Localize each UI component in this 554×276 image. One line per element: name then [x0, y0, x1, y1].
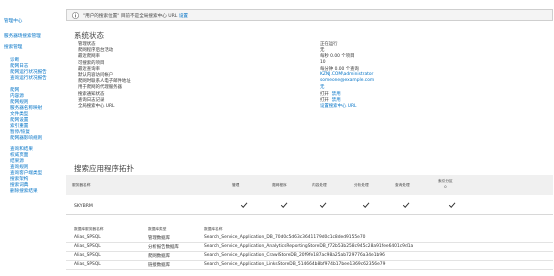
status-label: 可搜索的项目: [78, 60, 105, 66]
db-cell-server: Alias_SPSQL: [74, 244, 101, 249]
status-value-text: 10: [320, 59, 326, 65]
db-cell-type: 分析报告数据库: [148, 245, 179, 250]
nav-item[interactable]: 爬网器影响规则: [10, 136, 42, 142]
checkmark-icon: [362, 202, 370, 208]
checkmark-icon: [319, 202, 327, 208]
status-value: 正在运行: [320, 41, 338, 47]
nav-item[interactable]: 删除搜索结果: [10, 189, 38, 195]
system-status-title: 系统状态: [74, 31, 104, 40]
status-label: 最近爬网率: [78, 54, 100, 60]
db-col-name: 数据库名称: [204, 227, 223, 231]
status-value[interactable]: 无: [320, 84, 324, 90]
status-label: 爬网时联系人电子邮件地址: [78, 79, 131, 85]
topology-col-admin: 管理: [232, 183, 240, 187]
status-value-text[interactable]: someone@example.com: [320, 78, 374, 83]
db-cell-name: Search_Service_Application_CrawlStoreDB_…: [204, 253, 385, 258]
db-cell-server: Alias_SPSQL: [74, 262, 101, 267]
status-label: 查询日志记录: [78, 97, 105, 103]
checkmark-icon: [448, 202, 456, 208]
topology-col-query-processing: 查询处理: [395, 183, 410, 187]
db-cell-type: 管理数据库: [148, 236, 170, 241]
notice-set-link[interactable]: 设置: [179, 14, 188, 19]
checkmark-icon: [240, 202, 248, 208]
topology-server-name: SKYBRM: [74, 204, 93, 209]
status-label: 最近查询率: [78, 66, 100, 72]
status-label: 管理状态: [78, 42, 96, 47]
status-label: 爬网程序后台活动: [78, 48, 114, 54]
topology-title: 搜索应用程序拓扑: [74, 164, 134, 173]
nav-central-admin[interactable]: 管理中心: [4, 19, 22, 25]
table-row-divider: [66, 269, 553, 270]
status-value: 每分钟 0.00 个查询: [320, 66, 359, 72]
status-value-text[interactable]: KZNJ.COM\administrator: [320, 72, 373, 77]
main-content: "用户的搜索位置" 目前不是全局搜索中心 URL 设置 系统状态 管理状态 正在运…: [66, 0, 554, 276]
db-cell-server: Alias_SPSQL: [74, 235, 101, 240]
status-value[interactable]: 设置搜索中心 URL: [320, 103, 356, 109]
status-label: 用于爬网的代理服务器: [78, 85, 122, 91]
topology-col-server: 服务器名称: [72, 183, 91, 187]
topology-col-index-partition: 索引分区 0: [438, 179, 453, 189]
status-value: 无: [320, 47, 324, 53]
topology-col-crawler: 爬网程序: [272, 183, 287, 187]
status-value: 打开 禁用: [320, 91, 341, 97]
topology-col-analytics-processing: 分析处理: [354, 183, 369, 187]
status-value: 每秒 0.00 个项目: [320, 53, 355, 59]
left-navigation: 管理中心 服务器场搜索管理 搜索管理 诊断 爬网日志 爬网运行状况报告 查询运行状况报…: [0, 0, 66, 276]
status-value: 10: [320, 60, 326, 65]
db-cell-name: Search_Service_Application_AnalyticsRepo…: [204, 244, 414, 249]
db-cell-type: 爬网数据库: [148, 254, 170, 259]
status-value: 打开 禁用: [320, 97, 341, 103]
table-row-divider: [66, 260, 553, 261]
status-value-text[interactable]: 设置搜索中心 URL: [320, 104, 356, 109]
nav-item[interactable]: 查询运行状况报告: [10, 76, 47, 82]
checkmark-icon: [280, 202, 288, 208]
topology-header: 服务器名称 管理 爬网程序 内容处理 分析处理 查询处理 索引分区 0: [66, 175, 553, 195]
db-col-server: 数据库服务器名称: [74, 227, 104, 231]
checkmark-icon: [402, 202, 410, 208]
status-label: 默认内容访问帐户: [78, 73, 114, 78]
db-cell-type: 链接数据库: [148, 263, 170, 268]
notice-message: "用户的搜索位置" 目前不是全局搜索中心 URL: [83, 13, 178, 19]
status-value[interactable]: KZNJ.COM\administrator: [320, 72, 373, 77]
db-cell-server: Alias_SPSQL: [74, 253, 101, 258]
notice-bar: "用户的搜索位置" 目前不是全局搜索中心 URL 设置: [66, 9, 553, 21]
table-row-divider: [66, 242, 553, 243]
info-icon: [72, 12, 79, 19]
status-label: 全局搜索中心 URL: [78, 104, 115, 109]
nav-search-management[interactable]: 搜索管理: [4, 45, 22, 51]
db-cell-name: Search_Service_Application_LinksStoreDB_…: [204, 262, 386, 267]
table-row-divider: [66, 251, 553, 252]
status-label: 搜索通知状态: [78, 91, 105, 97]
topology-row: SKYBRM: [66, 197, 553, 215]
nav-farm-search-admin[interactable]: 服务器场搜索管理: [4, 34, 41, 40]
topology-col-content-processing: 内容处理: [312, 183, 327, 187]
db-col-type: 数据库类型: [148, 227, 167, 231]
db-cell-name: Search_Service_Application_DB_70d0c5d63c…: [204, 235, 366, 240]
status-value[interactable]: someone@example.com: [320, 78, 374, 83]
